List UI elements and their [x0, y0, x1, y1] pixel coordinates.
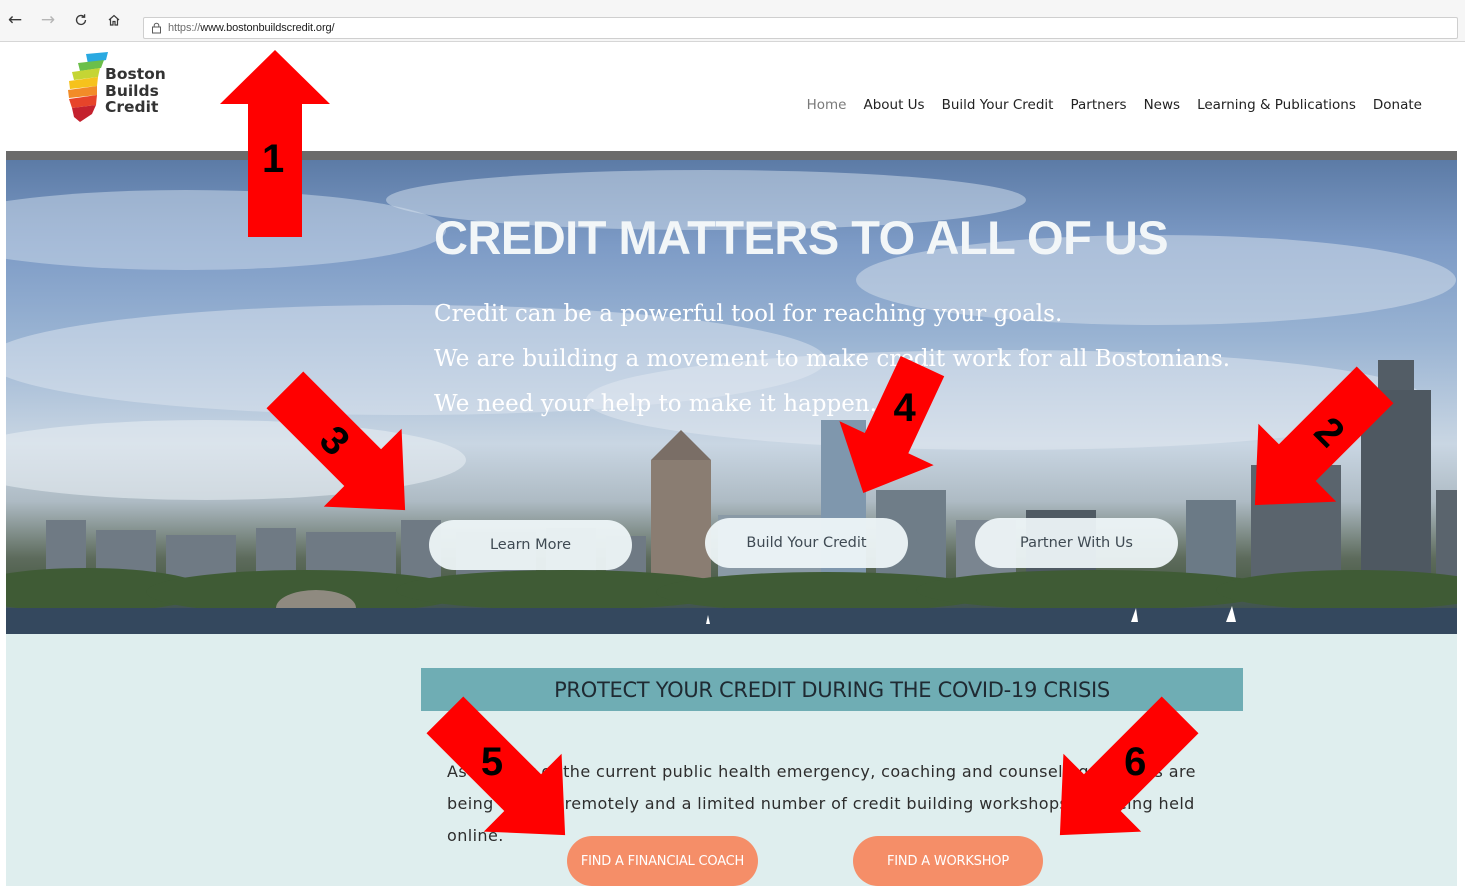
hero-section: CREDIT MATTERS TO ALL OF US Credit can b…: [6, 160, 1457, 634]
url-text: https://www.bostonbuildscredit.org/: [168, 22, 335, 34]
forward-icon[interactable]: →: [35, 8, 61, 32]
hero-subtitle: Credit can be a powerful tool for reachi…: [434, 292, 1230, 427]
nav-partners[interactable]: Partners: [1070, 97, 1126, 113]
covid-line-1: As a result of the current public health…: [447, 762, 1196, 781]
covid-banner: PROTECT YOUR CREDIT DURING THE COVID-19 …: [421, 668, 1243, 711]
hero-title: CREDIT MATTERS TO ALL OF US: [434, 211, 1169, 264]
build-your-credit-button[interactable]: Build Your Credit: [705, 518, 908, 568]
url-scheme: https://: [168, 22, 201, 34]
nav-home[interactable]: Home: [807, 97, 847, 113]
lock-icon: [144, 22, 168, 34]
find-financial-coach-button[interactable]: FIND A FINANCIAL COACH: [567, 836, 758, 886]
nav-news[interactable]: News: [1144, 97, 1180, 113]
covid-description: As a result of the current public health…: [447, 756, 1247, 852]
nav-donate[interactable]: Donate: [1373, 97, 1422, 113]
covid-section: PROTECT YOUR CREDIT DURING THE COVID-19 …: [6, 634, 1457, 886]
logo-line-1: Boston: [105, 65, 166, 83]
hero-line-3: We need your help to make it happen.: [434, 391, 877, 417]
find-workshop-button[interactable]: FIND A WORKSHOP: [853, 836, 1043, 886]
home-icon[interactable]: [101, 8, 127, 32]
site-header: Boston Builds Credit Home About Us Build…: [6, 43, 1457, 151]
learn-more-button[interactable]: Learn More: [429, 520, 632, 570]
header-divider: [6, 151, 1457, 160]
logo-line-3: Credit: [105, 98, 159, 116]
browser-toolbar: ← → https://www.bostonbuildscredit.org/: [0, 0, 1465, 42]
nav-build-your-credit[interactable]: Build Your Credit: [942, 97, 1054, 113]
nav-about-us[interactable]: About Us: [863, 97, 924, 113]
url-host: www.bostonbuildscredit.org/: [200, 22, 335, 34]
address-bar[interactable]: https://www.bostonbuildscredit.org/: [143, 17, 1458, 39]
hero-line-1: Credit can be a powerful tool for reachi…: [434, 301, 1063, 327]
hero-line-2: We are building a movement to make credi…: [434, 346, 1231, 372]
logo-line-2: Builds: [105, 81, 159, 100]
partner-with-us-button[interactable]: Partner With Us: [975, 518, 1178, 568]
refresh-icon[interactable]: [68, 8, 94, 32]
nav-learning-publications[interactable]: Learning & Publications: [1197, 97, 1356, 113]
main-nav: Home About Us Build Your Credit Partners…: [807, 97, 1422, 113]
covid-line-2: being offered remotely and a limited num…: [447, 794, 1195, 845]
back-icon[interactable]: ←: [2, 8, 28, 32]
logo-wordmark[interactable]: Boston Builds Credit: [105, 66, 166, 116]
website: Boston Builds Credit Home About Us Build…: [6, 43, 1457, 886]
